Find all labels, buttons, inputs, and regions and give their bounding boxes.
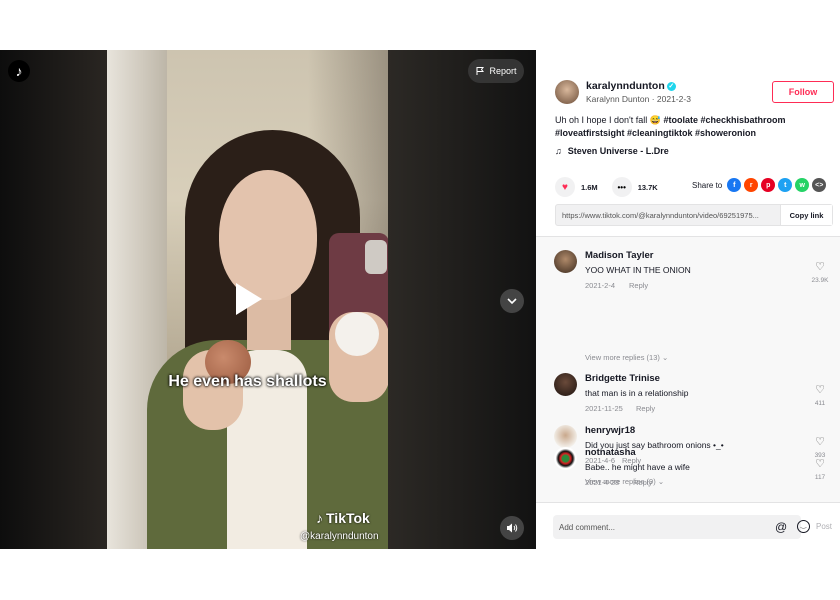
commenter-avatar[interactable] [554,373,577,396]
comment-like-count: 23.9K [811,277,829,284]
flag-icon [476,67,485,75]
facebook-icon[interactable]: f [727,178,742,192]
like-button[interactable]: ♥ [555,177,575,197]
commenter-name[interactable]: notnatasha [585,447,636,458]
tiktok-watermark: ♪ TikTok [316,510,370,526]
comment-button[interactable]: ••• [611,177,632,197]
volume-button[interactable] [500,516,524,540]
comment-text: that man is in a relationship [585,388,689,398]
watermark-username: @karalynndunton [300,531,379,542]
music-link[interactable]: ♫ Steven Universe - L.Dre [555,146,669,156]
reply-button[interactable]: Reply [636,404,655,413]
tiktok-video-modal: He even has shallots ♪ TikTok @karalynndu… [0,50,840,549]
verified-icon: ✓ [666,82,676,91]
commenter-name[interactable]: henrywjr18 [585,425,635,436]
pinterest-icon[interactable]: p [761,178,776,192]
comment-count: 13.7K [637,182,658,192]
comment-date: 2021-2-4 [585,281,616,290]
report-button[interactable]: Report [468,59,524,83]
play-icon[interactable] [236,283,262,315]
follow-button[interactable]: Follow [772,81,834,103]
hashtags[interactable]: #toolate #checkhisbathroom [664,115,786,125]
video-link-box: https://www.tiktok.com/@karalynndunton/v… [555,204,833,226]
commenter-avatar[interactable] [554,425,577,448]
whatsapp-icon[interactable]: w [795,178,810,192]
commenter-avatar[interactable] [554,447,577,470]
comment-like-count: 411 [814,400,826,407]
speaker-icon [507,523,518,533]
tiktok-logo-icon[interactable]: ♪ [8,60,30,82]
author-username[interactable]: karalynndunton ✓ [586,80,676,92]
copy-link-button[interactable]: Copy link [780,205,832,225]
video-player[interactable]: He even has shallots ♪ TikTok @karalynndu… [0,50,536,549]
commenter-name[interactable]: Bridgette Trinise [585,373,660,384]
engagement-stats: ♥ 1.6M ••• 13.7K [555,177,672,197]
video-caption: He even has shallots [168,373,327,390]
comment-like-count: 117 [814,474,826,481]
chevron-down-icon [507,298,517,305]
video-blur-left [0,50,107,549]
next-video-button[interactable] [500,289,524,313]
post-button[interactable]: Post [816,522,832,531]
author-avatar[interactable] [555,80,579,104]
share-row: Share to f r p t w <> [692,178,827,192]
music-note-icon: ♫ [555,146,562,156]
reply-button[interactable]: Reply [629,281,648,290]
comment-text: Babe.. he might have a wife [585,462,690,472]
person-face [219,170,317,300]
comment-text: YOO WHAT IN THE ONION [585,265,691,275]
twitter-icon[interactable]: t [778,178,793,192]
add-comment-bar: Add comment... @ ‿ Post [536,502,840,549]
embed-icon[interactable]: <> [812,178,827,192]
comment-icon: ••• [617,182,626,192]
view-more-replies[interactable]: View more replies (13) ⌄ [585,353,668,362]
heart-icon: ♥ [562,181,568,193]
chevron-down-icon: ⌄ [661,353,669,362]
info-panel: karalynndunton ✓ Karalynn Dunton · 2021-2… [536,50,840,549]
video-url[interactable]: https://www.tiktok.com/@karalynndunton/v… [556,211,780,220]
video-description: Uh oh I hope I don't fall 😅 #toolate #ch… [555,115,786,138]
comment-list[interactable]: Madison Tayler YOO WHAT IN THE ONION 202… [536,236,840,502]
like-count: 1.6M [581,182,598,192]
commenter-avatar[interactable] [554,250,577,273]
tiktok-note-icon: ♪ [316,510,323,526]
emoji-icon[interactable]: ‿ [797,520,810,533]
reddit-icon[interactable]: r [744,178,759,192]
author-subline: Karalynn Dunton · 2021-2-3 [586,94,691,104]
heart-outline-icon[interactable]: ♡ [810,383,830,396]
mention-icon[interactable]: @ [775,520,787,534]
heart-outline-icon[interactable]: ♡ [810,260,830,273]
hashtags[interactable]: #loveatfirstsight #cleaningtiktok #showe… [555,128,756,138]
add-comment-input[interactable]: Add comment... @ ‿ [553,515,810,539]
heart-outline-icon[interactable]: ♡ [810,457,830,470]
commenter-name[interactable]: Madison Tayler [585,250,653,261]
comment-date: 2021-11-25 [585,404,623,413]
